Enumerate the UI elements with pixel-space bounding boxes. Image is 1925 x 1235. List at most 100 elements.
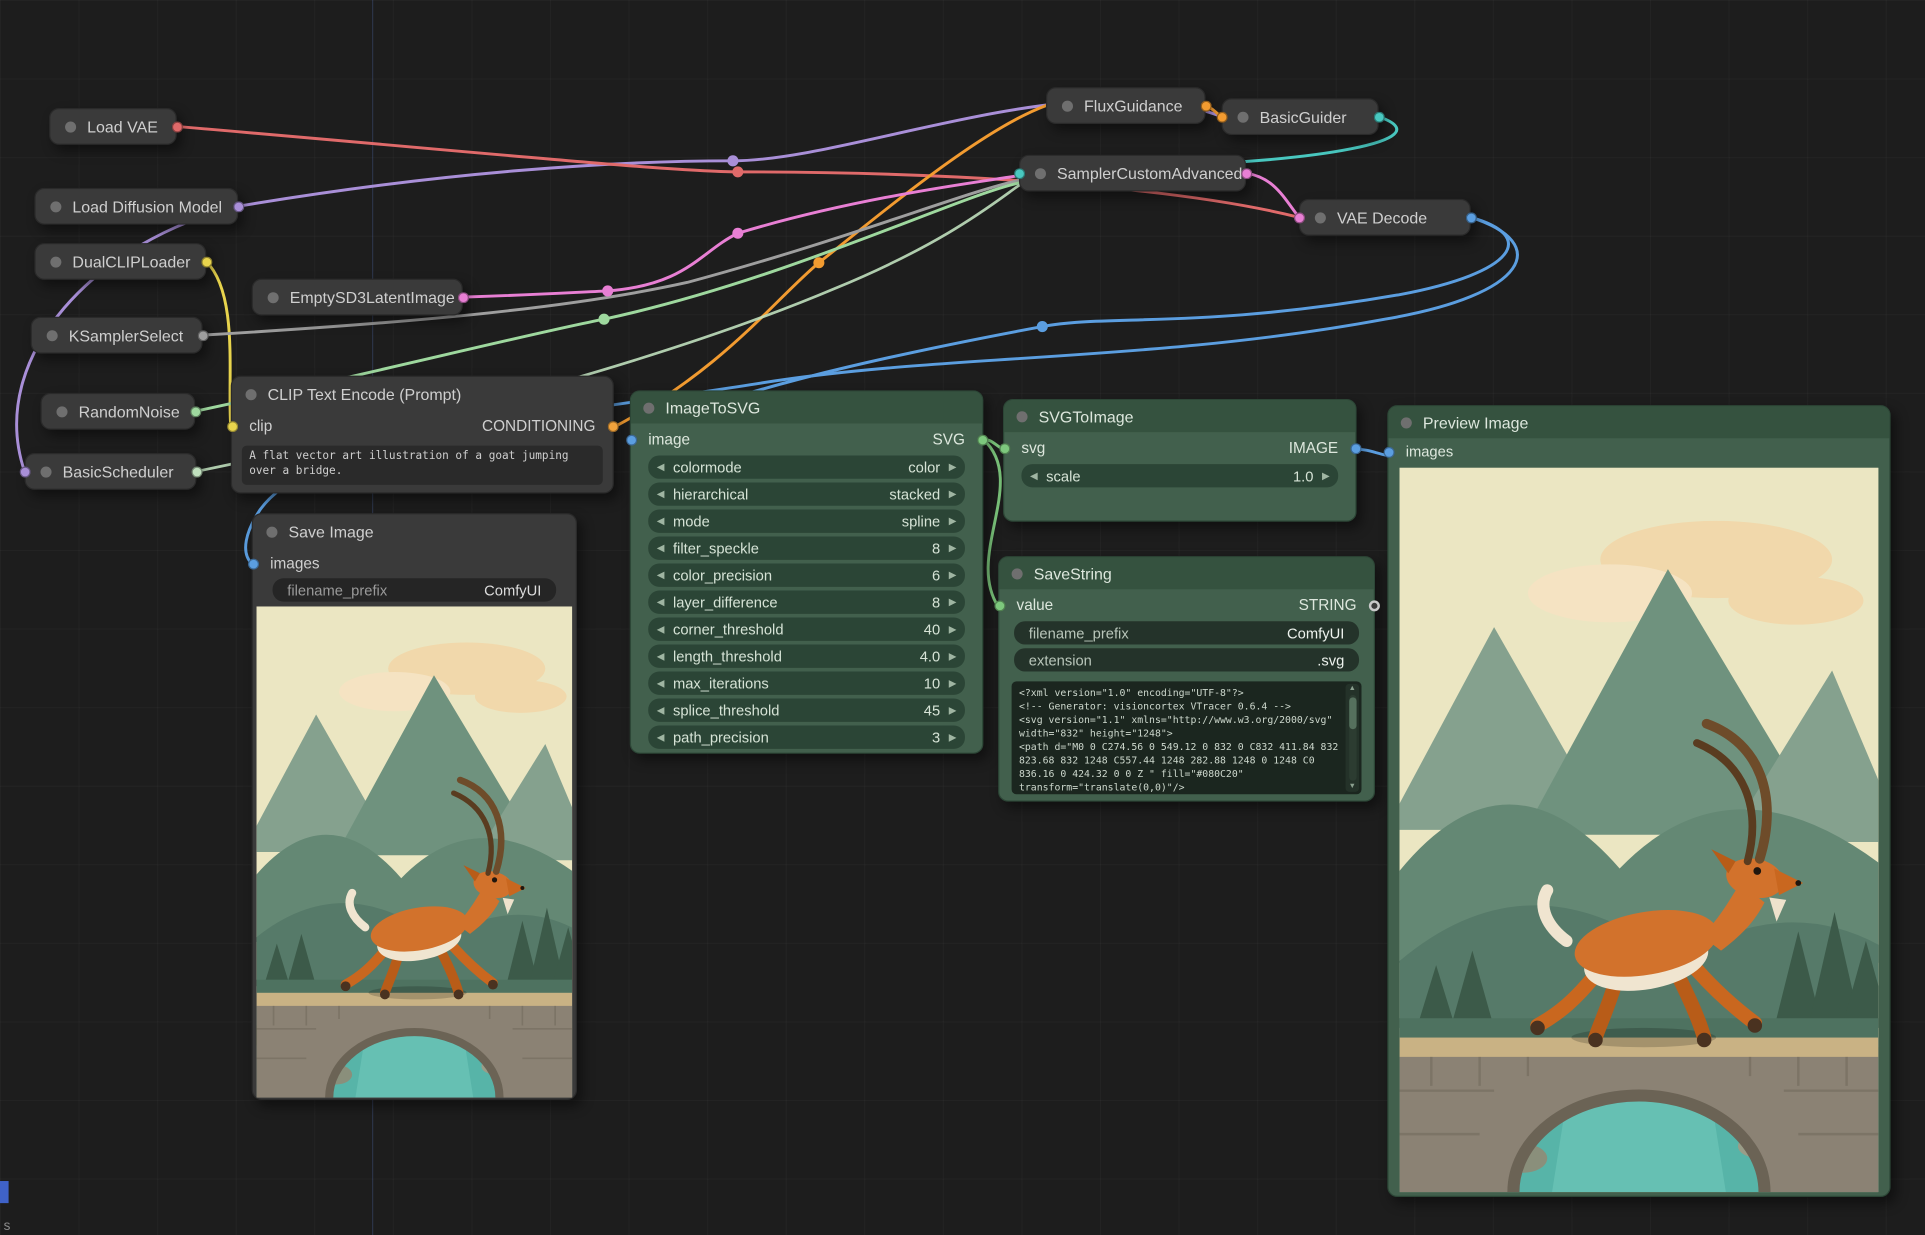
- input-port-svg[interactable]: [999, 443, 1010, 454]
- collapse-dot-icon[interactable]: [268, 292, 279, 303]
- decrement-arrow-icon[interactable]: ◀: [657, 543, 665, 553]
- widget-length-threshold[interactable]: ◀ length_threshold 4.0 ▶: [648, 645, 965, 668]
- reroute-dot[interactable]: [602, 285, 613, 296]
- output-port-image[interactable]: [1350, 443, 1361, 454]
- decrement-arrow-icon[interactable]: ◀: [1030, 471, 1038, 481]
- decrement-arrow-icon[interactable]: ◀: [657, 570, 665, 580]
- collapse-dot-icon[interactable]: [1035, 168, 1046, 179]
- node-flux-guidance[interactable]: FluxGuidance: [1046, 87, 1206, 124]
- scrollbar-track[interactable]: [1349, 695, 1356, 781]
- node-dual-clip-loader[interactable]: DualCLIPLoader: [34, 243, 206, 280]
- link-endpoint-dot[interactable]: [171, 121, 182, 132]
- decrement-arrow-icon[interactable]: ◀: [657, 462, 665, 472]
- decrement-arrow-icon[interactable]: ◀: [657, 597, 665, 607]
- node-header[interactable]: Save Image: [253, 514, 576, 548]
- scroll-down-icon[interactable]: ▼: [1349, 782, 1356, 792]
- node-basic-scheduler[interactable]: BasicScheduler: [25, 453, 197, 490]
- increment-arrow-icon[interactable]: ▶: [949, 597, 957, 607]
- increment-arrow-icon[interactable]: ▶: [949, 651, 957, 661]
- decrement-arrow-icon[interactable]: ◀: [657, 732, 665, 742]
- decrement-arrow-icon[interactable]: ◀: [657, 651, 665, 661]
- svg-string-textarea[interactable]: <?xml version="1.0" encoding="UTF-8"?> <…: [1012, 681, 1362, 794]
- link-endpoint-dot[interactable]: [1241, 168, 1252, 179]
- collapse-dot-icon[interactable]: [643, 402, 654, 413]
- collapse-dot-icon[interactable]: [50, 201, 61, 212]
- widget-max-iterations[interactable]: ◀ max_iterations 10 ▶: [648, 672, 965, 695]
- widget-corner-threshold[interactable]: ◀ corner_threshold 40 ▶: [648, 618, 965, 641]
- scrollbar[interactable]: ▲ ▼: [1346, 684, 1360, 792]
- collapse-dot-icon[interactable]: [50, 256, 61, 267]
- link-endpoint-dot[interactable]: [1216, 111, 1227, 122]
- node-vae-decode[interactable]: VAE Decode: [1299, 199, 1471, 236]
- increment-arrow-icon[interactable]: ▶: [1322, 471, 1330, 481]
- scroll-up-icon[interactable]: ▲: [1349, 684, 1356, 694]
- node-save-string[interactable]: SaveString value STRING filename_prefix …: [998, 556, 1375, 802]
- increment-arrow-icon[interactable]: ▶: [949, 462, 957, 472]
- link-endpoint-dot[interactable]: [233, 201, 244, 212]
- widget-colormode[interactable]: ◀ colormode color ▶: [648, 455, 965, 478]
- node-header[interactable]: SaveString: [999, 557, 1373, 589]
- reroute-dot[interactable]: [813, 257, 824, 268]
- svg-string-text[interactable]: <?xml version="1.0" encoding="UTF-8"?> <…: [1012, 681, 1362, 794]
- node-sampler-custom-advanced[interactable]: SamplerCustomAdvanced: [1019, 155, 1246, 192]
- reroute-dot[interactable]: [598, 314, 609, 325]
- link-endpoint-dot[interactable]: [190, 406, 201, 417]
- collapse-dot-icon[interactable]: [56, 406, 67, 417]
- increment-arrow-icon[interactable]: ▶: [949, 570, 957, 580]
- node-load-vae[interactable]: Load VAE: [49, 108, 177, 145]
- node-ksampler-select[interactable]: KSamplerSelect: [31, 317, 203, 354]
- decrement-arrow-icon[interactable]: ◀: [657, 624, 665, 634]
- node-header[interactable]: CLIP Text Encode (Prompt): [232, 377, 613, 411]
- collapse-dot-icon[interactable]: [1012, 568, 1023, 579]
- collapse-dot-icon[interactable]: [1401, 417, 1412, 428]
- node-random-noise[interactable]: RandomNoise: [41, 393, 196, 430]
- widget-hierarchical[interactable]: ◀ hierarchical stacked ▶: [648, 482, 965, 505]
- decrement-arrow-icon[interactable]: ◀: [657, 678, 665, 688]
- reroute-dot[interactable]: [727, 155, 738, 166]
- reroute-dot[interactable]: [1037, 321, 1048, 332]
- prompt-text-input[interactable]: A flat vector art illustration of a goat…: [242, 446, 603, 485]
- link-endpoint-dot[interactable]: [201, 256, 212, 267]
- collapse-dot-icon[interactable]: [246, 389, 257, 400]
- decrement-arrow-icon[interactable]: ◀: [657, 516, 665, 526]
- output-port-svg[interactable]: [977, 434, 988, 445]
- increment-arrow-icon[interactable]: ▶: [949, 705, 957, 715]
- link-endpoint-dot[interactable]: [197, 330, 208, 341]
- collapse-dot-icon[interactable]: [1315, 212, 1326, 223]
- collapse-dot-icon[interactable]: [47, 330, 58, 341]
- collapse-dot-icon[interactable]: [1062, 100, 1073, 111]
- node-graph-canvas[interactable]: Load VAE Load Diffusion Model DualCLIPLo…: [0, 0, 1925, 1235]
- widget-layer-difference[interactable]: ◀ layer_difference 8 ▶: [648, 591, 965, 614]
- increment-arrow-icon[interactable]: ▶: [949, 489, 957, 499]
- increment-arrow-icon[interactable]: ▶: [949, 543, 957, 553]
- node-clip-text-encode[interactable]: CLIP Text Encode (Prompt) clip CONDITION…: [231, 376, 614, 494]
- input-port-value[interactable]: [994, 600, 1005, 611]
- link-endpoint-dot[interactable]: [1373, 111, 1384, 122]
- widget-scale[interactable]: ◀ scale 1.0 ▶: [1021, 464, 1338, 487]
- node-svg-to-image[interactable]: SVGToImage svg IMAGE ◀ scale 1.0 ▶: [1003, 399, 1357, 522]
- increment-arrow-icon[interactable]: ▶: [949, 516, 957, 526]
- widget-extension[interactable]: extension .svg: [1014, 648, 1359, 671]
- scrollbar-thumb[interactable]: [1349, 697, 1356, 729]
- link-endpoint-dot[interactable]: [19, 466, 30, 477]
- decrement-arrow-icon[interactable]: ◀: [657, 705, 665, 715]
- reroute-dot[interactable]: [732, 228, 743, 239]
- collapse-dot-icon[interactable]: [65, 121, 76, 132]
- widget-filename-prefix[interactable]: filename_prefix ComfyUI: [273, 578, 557, 601]
- widget-path-precision[interactable]: ◀ path_precision 3 ▶: [648, 726, 965, 749]
- widget-splice-threshold[interactable]: ◀ splice_threshold 45 ▶: [648, 699, 965, 722]
- link-endpoint-dot[interactable]: [457, 292, 468, 303]
- node-header[interactable]: Preview Image: [1389, 406, 1890, 438]
- widget-color-precision[interactable]: ◀ color_precision 6 ▶: [648, 564, 965, 587]
- decrement-arrow-icon[interactable]: ◀: [657, 489, 665, 499]
- collapse-dot-icon[interactable]: [266, 526, 277, 537]
- reroute-dot[interactable]: [732, 166, 743, 177]
- node-image-to-svg[interactable]: ImageToSVG image SVG ◀ colormode color ▶…: [630, 390, 984, 753]
- node-header[interactable]: ImageToSVG: [631, 392, 982, 424]
- input-port-images[interactable]: [247, 558, 258, 569]
- node-graph-viewport[interactable]: Load VAE Load Diffusion Model DualCLIPLo…: [0, 0, 1925, 1235]
- output-port-string[interactable]: [1368, 600, 1379, 611]
- link-endpoint-dot[interactable]: [1293, 212, 1304, 223]
- collapse-dot-icon[interactable]: [41, 466, 52, 477]
- collapse-dot-icon[interactable]: [1017, 411, 1028, 422]
